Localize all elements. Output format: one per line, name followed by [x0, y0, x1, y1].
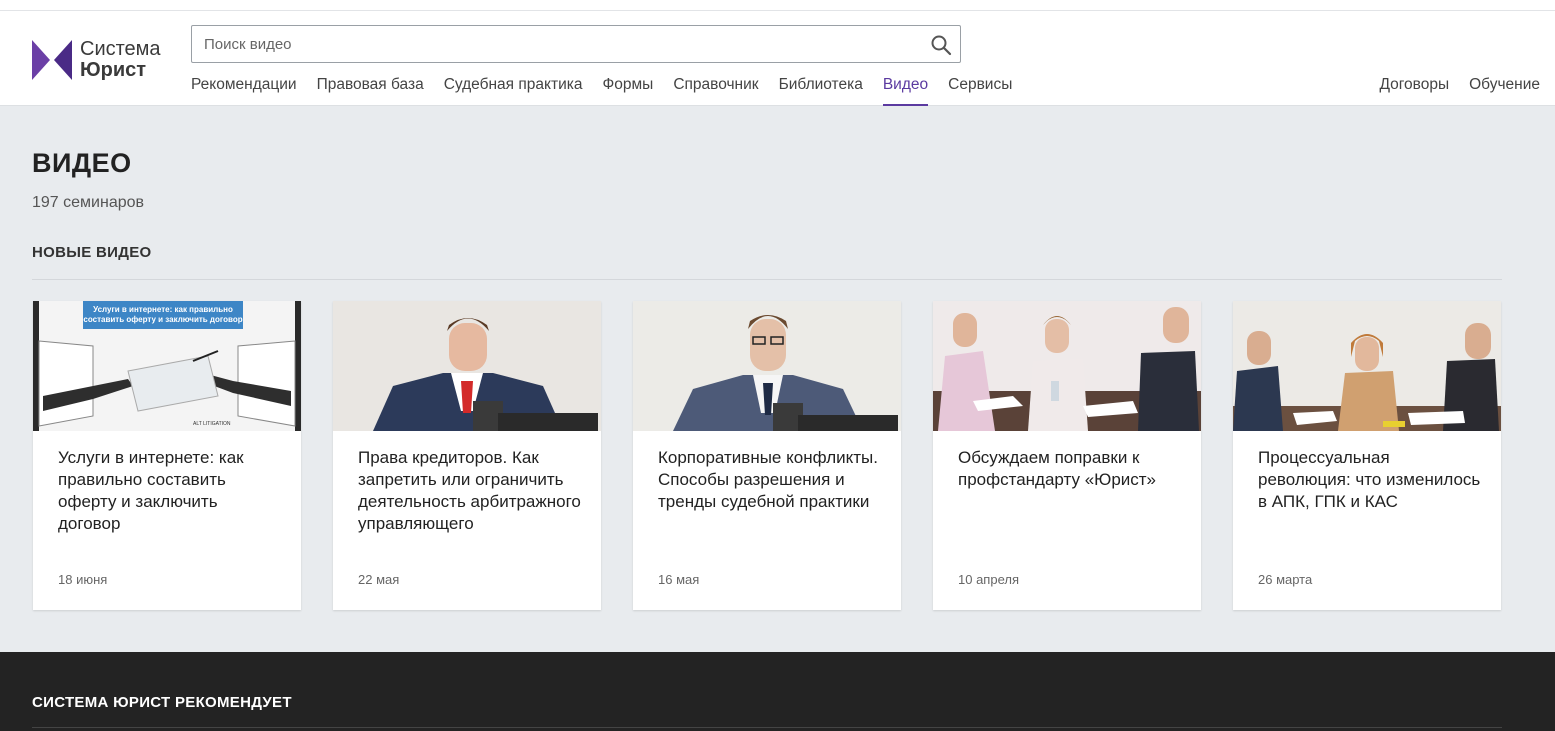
video-card[interactable]: Обсуждаем поправки к профстандарту «Юрис… — [933, 301, 1201, 610]
video-cards: Услуги в интернете: как правильно состав… — [33, 301, 1533, 610]
thumbnail-banner-line-1: Услуги в интернете: как правильно — [93, 305, 233, 314]
logo[interactable]: Система Юрист — [32, 39, 161, 81]
seminar-count: 197 семинаров — [32, 194, 145, 211]
video-thumbnail[interactable] — [633, 301, 901, 431]
footer-divider — [32, 727, 1502, 728]
main-nav: Рекомендации Правовая база Судебная прак… — [191, 75, 1032, 106]
video-title[interactable]: Права кредиторов. Как запретить или огра… — [358, 447, 583, 535]
video-date: 26 марта — [1258, 572, 1313, 587]
video-date: 22 мая — [358, 572, 400, 587]
nav-legal-base[interactable]: Правовая база — [317, 75, 424, 106]
video-title[interactable]: Услуги в интернете: как правильно состав… — [58, 447, 283, 535]
nav-recommendations[interactable]: Рекомендации — [191, 75, 297, 106]
logo-icon — [32, 40, 72, 80]
nav-video[interactable]: Видео — [882, 75, 929, 106]
site-header: Система Юрист Рекомендации Правовая база… — [0, 11, 1555, 106]
nav-contracts[interactable]: Договоры — [1379, 75, 1449, 106]
thumbnail-caption: ALT LITIGATION — [193, 421, 231, 427]
recommendations-footer: СИСТЕМА ЮРИСТ РЕКОМЕНДУЕТ — [0, 652, 1555, 731]
video-thumbnail[interactable]: Услуги в интернете: как правильно состав… — [33, 301, 301, 431]
video-card[interactable]: Услуги в интернете: как правильно состав… — [33, 301, 301, 610]
top-strip — [0, 0, 1555, 11]
video-card[interactable]: Права кредиторов. Как запретить или огра… — [333, 301, 601, 610]
video-date: 10 апреля — [958, 572, 1019, 587]
divider — [32, 279, 1502, 280]
nav-forms[interactable]: Формы — [602, 75, 653, 106]
search-icon[interactable] — [930, 34, 952, 56]
search-box — [191, 25, 961, 63]
page-title: ВИДЕО — [32, 148, 132, 178]
video-title[interactable]: Процессуальная революция: что изменилось… — [1258, 447, 1483, 513]
video-title[interactable]: Корпоративные конфликты. Способы разреше… — [658, 447, 883, 513]
video-thumbnail[interactable] — [933, 301, 1201, 431]
video-date: 16 мая — [658, 572, 700, 587]
nav-training[interactable]: Обучение — [1469, 75, 1540, 106]
video-thumbnail[interactable] — [1233, 301, 1501, 431]
video-thumbnail[interactable] — [333, 301, 601, 431]
video-date: 18 июня — [58, 572, 108, 587]
footer-title: СИСТЕМА ЮРИСТ РЕКОМЕНДУЕТ — [32, 694, 292, 711]
nav-library[interactable]: Библиотека — [779, 75, 863, 106]
video-card[interactable]: Корпоративные конфликты. Способы разреше… — [633, 301, 901, 610]
logo-line-2: Юрист — [80, 59, 147, 81]
nav-court-practice[interactable]: Судебная практика — [444, 75, 583, 106]
video-title[interactable]: Обсуждаем поправки к профстандарту «Юрис… — [958, 447, 1183, 491]
nav-services[interactable]: Сервисы — [948, 75, 1012, 106]
video-card[interactable]: Процессуальная революция: что изменилось… — [1233, 301, 1501, 610]
section-title: НОВЫЕ ВИДЕО — [32, 244, 152, 261]
nav-reference[interactable]: Справочник — [673, 75, 758, 106]
logo-line-1: Система — [80, 38, 161, 60]
logo-text: Система Юрист — [80, 39, 161, 81]
search-input[interactable] — [192, 26, 912, 62]
thumbnail-banner-line-2: составить оферту и заключить договор — [83, 315, 242, 324]
right-nav: Договоры Обучение — [1379, 75, 1540, 106]
main-content: ВИДЕО 197 семинаров НОВЫЕ ВИДЕО Услуги в… — [0, 106, 1555, 651]
